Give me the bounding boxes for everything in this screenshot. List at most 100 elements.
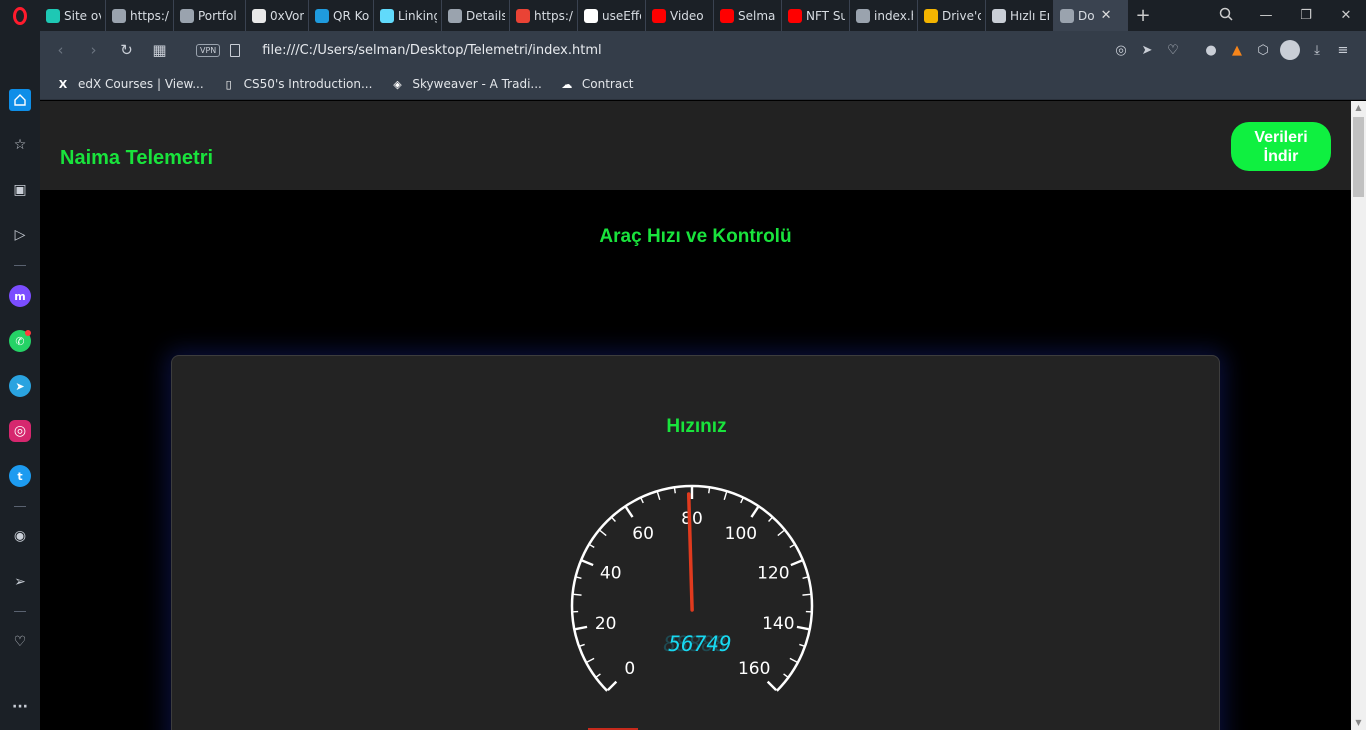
gauge-tick	[586, 657, 595, 663]
tab-11[interactable]: Selma	[714, 0, 782, 31]
tab-13[interactable]: index.h	[850, 0, 918, 31]
tab-1[interactable]: Site ov	[40, 0, 106, 31]
youtube-icon	[720, 8, 734, 23]
address-bar-actions: ◎ ➤ ♡ ● ▲ ⬡ ⤓ ≡	[1108, 31, 1356, 69]
opera-logo-icon[interactable]	[0, 0, 40, 31]
heart-icon[interactable]: ♡	[1160, 43, 1186, 58]
sidebar-divider	[14, 506, 26, 507]
tab-strip: Site ov https:/ Portfol 0xVon QR Ko Linking De…	[40, 0, 1128, 31]
page-icon: ▯	[225, 77, 232, 91]
send-flow-icon[interactable]: ➢	[9, 571, 31, 593]
bookmarks-star-icon[interactable]: ☆	[9, 134, 31, 156]
bookmark-item[interactable]: ▯ CS50's Introduction...	[222, 77, 373, 91]
download-icon[interactable]: ⤓	[1304, 43, 1330, 58]
cloud-icon: ☁	[561, 77, 573, 91]
gauge-tick	[799, 643, 805, 647]
tab-9[interactable]: useEffe	[578, 0, 646, 31]
close-tab-icon[interactable]: ✕	[1101, 8, 1112, 23]
gauge-tick	[599, 529, 607, 537]
react-icon	[380, 8, 394, 23]
messenger-icon[interactable]: m	[9, 285, 31, 307]
maximize-button[interactable]: ❐	[1286, 8, 1326, 23]
gauge-tick	[607, 680, 618, 691]
gauge-tick	[790, 559, 803, 567]
gauge-tick	[573, 593, 582, 596]
gauge-tick	[576, 576, 582, 579]
tab-grid-icon[interactable]: ▦	[143, 41, 176, 59]
gauge-tick	[766, 680, 777, 691]
bookmark-item[interactable]: ◈ Skyweaver - A Tradi...	[390, 77, 542, 91]
tab-4[interactable]: 0xVon	[246, 0, 309, 31]
bookmark-item[interactable]: ☁ Contract	[560, 77, 634, 91]
speed-card: Hızınız 0 20 40 60 80 100 120 140 160 88888 5674…	[171, 355, 1220, 730]
gauge-tick	[656, 491, 661, 500]
telegram-icon[interactable]: ➤	[9, 375, 31, 397]
scroll-down-arrow-icon[interactable]: ▼	[1351, 716, 1366, 730]
tab-2[interactable]: https:/	[106, 0, 174, 31]
bookmark-label: Contract	[581, 77, 634, 91]
scroll-thumb[interactable]	[1353, 117, 1364, 197]
tab-label: Details	[466, 8, 505, 23]
page-scrollbar[interactable]: ▲ ▼	[1351, 101, 1366, 730]
gauge-tick	[589, 544, 595, 548]
odometer-readout: 56749	[668, 632, 731, 656]
extension-owl-icon[interactable]: ●	[1198, 43, 1224, 58]
tab-14[interactable]: Drive'd	[918, 0, 986, 31]
tab-12[interactable]: NFT Su	[782, 0, 850, 31]
tab-10[interactable]: Video	[646, 0, 714, 31]
close-window-button[interactable]: ✕	[1326, 8, 1366, 23]
bookmarks-bar: XedX Courses | View... ▯ CS50's Introducti…	[40, 69, 1366, 100]
bookmark-label: CS50's Introduction...	[243, 77, 373, 91]
vpn-badge[interactable]: VPN	[196, 43, 221, 57]
music-player-icon[interactable]: ◉	[9, 525, 31, 547]
qr-icon	[315, 8, 329, 23]
download-data-button[interactable]: Verileri İndir	[1231, 122, 1331, 171]
tab-5[interactable]: QR Ko	[309, 0, 374, 31]
home-icon[interactable]	[9, 89, 31, 111]
bookmark-item[interactable]: XedX Courses | View...	[56, 77, 204, 91]
scroll-up-arrow-icon[interactable]: ▲	[1351, 101, 1366, 115]
reload-button[interactable]: ↻	[110, 41, 143, 59]
tab-3[interactable]: Portfol	[174, 0, 246, 31]
brand-title[interactable]: Naima Telemetri	[60, 147, 213, 170]
skyweaver-icon: ◈	[393, 77, 402, 91]
back-button[interactable]: ‹	[44, 41, 77, 59]
medium-icon	[584, 8, 598, 23]
tab-label: Do	[1078, 8, 1095, 23]
profile-avatar[interactable]	[1280, 40, 1300, 60]
tab-label: 0xVon	[270, 8, 304, 23]
forward-button[interactable]: ›	[77, 41, 110, 59]
tab-6[interactable]: Linking	[374, 0, 442, 31]
metamask-fox-icon[interactable]: ▲	[1224, 43, 1250, 58]
url-field[interactable]: file:///C:/Users/selman/Desktop/Telemetr…	[262, 43, 601, 58]
new-tab-button[interactable]: +	[1128, 5, 1158, 26]
speed-label-120: 120	[757, 563, 789, 583]
send-icon[interactable]: ➤	[1134, 43, 1160, 58]
briefcase-icon[interactable]: ▣	[9, 179, 31, 201]
easy-setup-icon[interactable]: ≡	[1330, 43, 1356, 58]
notification-dot	[25, 330, 31, 336]
tab-15[interactable]: Hızlı Er	[986, 0, 1054, 31]
gauge-tick	[708, 488, 711, 494]
globe-icon	[856, 8, 870, 23]
gauge-tick	[750, 506, 760, 518]
instagram-icon[interactable]: ◎	[9, 420, 31, 442]
search-tabs-icon[interactable]	[1206, 7, 1246, 25]
player-icon[interactable]: ▷	[9, 224, 31, 246]
tab-bar: Site ov https:/ Portfol 0xVon QR Ko Linking De…	[0, 0, 1366, 31]
tab-label: https:/	[534, 8, 573, 23]
tab-16[interactable]: Do ✕	[1054, 0, 1128, 31]
speed-label-0: 0	[624, 659, 635, 679]
minimize-button[interactable]: —	[1246, 8, 1286, 23]
tab-7[interactable]: Details	[442, 0, 510, 31]
gauge-tick	[802, 576, 808, 579]
favorites-heart-icon[interactable]: ♡	[9, 631, 31, 653]
twitter-icon[interactable]: t	[9, 465, 31, 487]
camera-icon[interactable]: ◎	[1108, 43, 1134, 58]
extensions-cube-icon[interactable]: ⬡	[1250, 43, 1276, 58]
more-options-icon[interactable]: ···	[9, 696, 31, 718]
web-page: Naima Telemetri Verileri İndir Araç Hızı…	[40, 101, 1351, 730]
youtube-icon	[788, 8, 802, 23]
address-bar: ‹ › ↻ ▦ VPN file:///C:/Users/selman/Desk…	[40, 31, 1366, 69]
tab-8[interactable]: https:/	[510, 0, 578, 31]
